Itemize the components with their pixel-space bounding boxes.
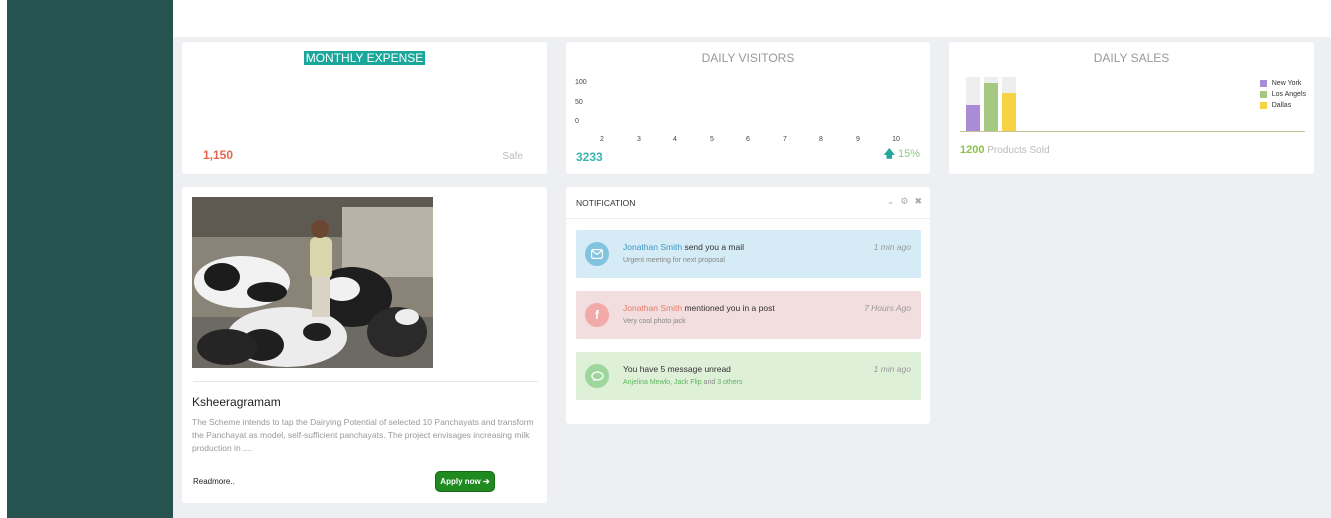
arrow-up-icon: 🡅	[883, 148, 895, 160]
scheme-description: The Scheme intends to tap the Dairying P…	[192, 417, 534, 453]
sales-axis-line	[960, 131, 1305, 132]
sales-sold-summary: 1200 Products Sold	[960, 144, 1050, 156]
monthly-expense-card: MONTHLY EXPENSE 1,150 Safe	[182, 42, 547, 174]
monthly-expense-title: MONTHLY EXPENSE	[303, 51, 426, 65]
gear-icon[interactable]: ⚙	[900, 196, 908, 207]
x-tick-label: 7	[783, 136, 787, 143]
x-tick-label: 2	[600, 136, 604, 143]
facebook-icon: f	[585, 303, 609, 327]
daily-visitors-change: 🡅 15%	[884, 145, 920, 164]
arrow-right-icon: ➔	[482, 477, 490, 486]
notification-detail: Very cool photo jack	[623, 318, 686, 325]
apply-now-label: Apply now	[440, 477, 481, 486]
legend-item-los-angels: Los Angels	[1259, 89, 1306, 100]
sales-bar	[1002, 93, 1016, 131]
divider	[193, 381, 538, 382]
notification-action: send you a mail	[684, 242, 744, 252]
x-tick-label: 9	[856, 136, 860, 143]
readmore-link[interactable]: Readmore..	[193, 477, 235, 486]
notification-item[interactable]: You have 5 message unread Anjelina Mewlo…	[576, 352, 921, 400]
daily-visitors-change-value: 15%	[897, 148, 920, 160]
x-tick-label: 5	[710, 136, 714, 143]
legend-swatch	[1259, 80, 1267, 87]
sidebar	[7, 0, 173, 518]
dashboard-main: MONTHLY EXPENSE 1,150 Safe DAILY VISITOR…	[173, 37, 1331, 518]
notification-header: NOTIFICATION ⌄ ⚙ ✖	[566, 187, 930, 219]
legend-label: Los Angels	[1271, 91, 1306, 98]
legend-item-new-york: New York	[1259, 78, 1306, 89]
monthly-expense-value: 1,150	[203, 148, 234, 162]
notification-detail: Urgent meeting for next proposal	[623, 257, 725, 264]
notification-action: You have 5 message unread	[623, 364, 731, 374]
daily-sales-title: DAILY SALES	[1093, 51, 1170, 65]
y-tick-label: 50	[575, 99, 583, 106]
sales-sold-label: Products Sold	[987, 145, 1050, 156]
x-tick-label: 6	[746, 136, 750, 143]
scheme-title: Ksheeragramam	[192, 395, 281, 409]
notification-time: 1 min ago	[873, 242, 911, 252]
x-tick-label: 10	[892, 136, 900, 143]
close-icon[interactable]: ✖	[914, 196, 922, 207]
x-tick-label: 3	[637, 136, 641, 143]
mail-icon	[585, 242, 609, 266]
x-tick-label: 4	[673, 136, 677, 143]
daily-sales-card: DAILY SALES New York Los Angels Dallas 1…	[949, 42, 1314, 174]
chevron-down-icon[interactable]: ⌄	[887, 196, 895, 207]
legend-label: Dallas	[1271, 102, 1292, 109]
notification-time: 7 Hours Ago	[864, 303, 911, 313]
chat-icon	[585, 364, 609, 388]
notification-item[interactable]: Jonathan Smith send you a mail Urgent me…	[576, 230, 921, 278]
y-tick-label: 0	[575, 118, 579, 125]
top-bar	[173, 0, 1331, 37]
daily-visitors-card: DAILY VISITORS 100 50 0 2 3 4 5 6 7 8 9 …	[566, 42, 930, 174]
dairy-farm-image	[192, 197, 433, 368]
legend-swatch	[1259, 102, 1267, 109]
sales-bar	[984, 83, 998, 131]
notification-sender[interactable]: Jonathan Smith	[623, 303, 682, 313]
apply-now-button[interactable]: Apply now ➔	[435, 471, 495, 492]
legend-label: New York	[1271, 80, 1302, 87]
legend-item-dallas: Dallas	[1259, 100, 1306, 111]
monthly-expense-status: Safe	[502, 151, 523, 162]
notification-panel: NOTIFICATION ⌄ ⚙ ✖ Jonathan Smith send y…	[566, 187, 930, 424]
notification-sender[interactable]: Jonathan Smith	[623, 242, 682, 252]
sales-legend: New York Los Angels Dallas	[1259, 78, 1306, 111]
notification-action: mentioned you in a post	[684, 303, 775, 313]
scheme-card: Ksheeragramam The Scheme intends to tap …	[182, 187, 547, 503]
sales-bar	[966, 105, 980, 131]
daily-visitors-total: 3233	[576, 150, 603, 164]
x-tick-label: 8	[819, 136, 823, 143]
daily-visitors-title: DAILY VISITORS	[701, 51, 795, 65]
scheme-photo	[192, 197, 433, 368]
notification-time: 1 min ago	[873, 364, 911, 374]
notification-item[interactable]: f Jonathan Smith mentioned you in a post…	[576, 291, 921, 339]
sales-sold-value: 1200	[960, 144, 985, 156]
notification-title: NOTIFICATION	[576, 198, 636, 208]
notification-detail: Anjelina Mewlo, Jack Flip and 3 others	[623, 379, 743, 386]
y-tick-label: 100	[575, 79, 587, 86]
legend-swatch	[1259, 91, 1267, 98]
